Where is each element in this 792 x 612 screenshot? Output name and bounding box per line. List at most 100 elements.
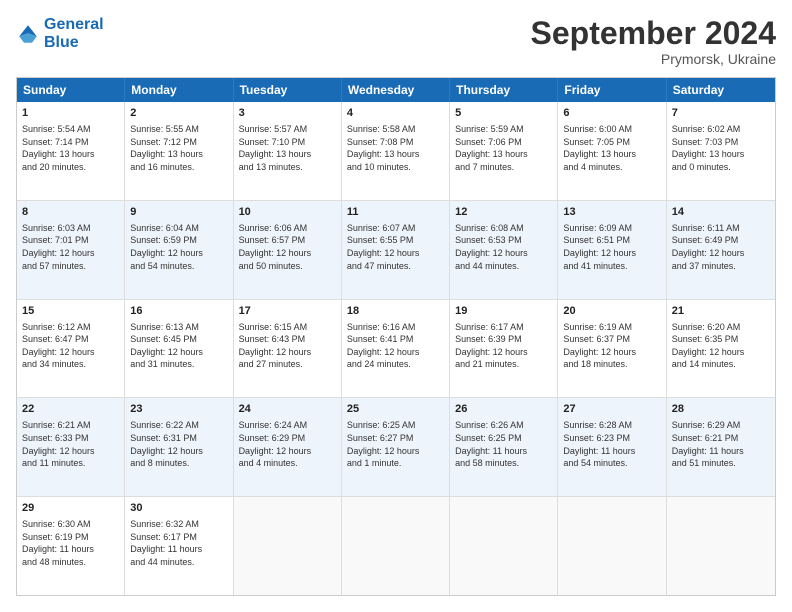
cell-info-line: Sunset: 6:25 PM	[455, 432, 552, 445]
cell-info-line: Sunset: 6:31 PM	[130, 432, 227, 445]
day-number: 14	[672, 205, 770, 220]
logo-line1: General	[44, 16, 104, 33]
cell-info-line: Sunrise: 6:25 AM	[347, 419, 444, 432]
cell-info-line: and 1 minute.	[347, 457, 444, 470]
calendar-cell-5: 5Sunrise: 5:59 AMSunset: 7:06 PMDaylight…	[450, 102, 558, 200]
day-number: 16	[130, 304, 227, 319]
cell-info-line: Sunrise: 6:13 AM	[130, 321, 227, 334]
calendar-row-5: 29Sunrise: 6:30 AMSunset: 6:19 PMDayligh…	[17, 497, 775, 595]
cell-info-line: and 13 minutes.	[239, 161, 336, 174]
cell-info-line: Daylight: 12 hours	[22, 445, 119, 458]
title-block: September 2024 Prymorsk, Ukraine	[531, 16, 776, 67]
cell-info-line: Sunrise: 5:54 AM	[22, 123, 119, 136]
header-day-saturday: Saturday	[667, 78, 775, 102]
cell-info-line: Sunset: 7:03 PM	[672, 136, 770, 149]
cell-info-line: Daylight: 13 hours	[130, 148, 227, 161]
day-number: 24	[239, 402, 336, 417]
cell-info-line: Sunrise: 6:03 AM	[22, 222, 119, 235]
calendar-cell-6: 6Sunrise: 6:00 AMSunset: 7:05 PMDaylight…	[558, 102, 666, 200]
cell-info-line: Sunset: 6:21 PM	[672, 432, 770, 445]
day-number: 13	[563, 205, 660, 220]
cell-info-line: Sunset: 6:47 PM	[22, 333, 119, 346]
cell-info-line: and 27 minutes.	[239, 358, 336, 371]
cell-info-line: and 20 minutes.	[22, 161, 119, 174]
location-subtitle: Prymorsk, Ukraine	[531, 51, 776, 67]
day-number: 23	[130, 402, 227, 417]
cell-info-line: and 57 minutes.	[22, 260, 119, 273]
cell-info-line: Sunset: 6:33 PM	[22, 432, 119, 445]
calendar-cell-18: 18Sunrise: 6:16 AMSunset: 6:41 PMDayligh…	[342, 300, 450, 398]
cell-info-line: Daylight: 11 hours	[455, 445, 552, 458]
calendar-cell-8: 8Sunrise: 6:03 AMSunset: 7:01 PMDaylight…	[17, 201, 125, 299]
cell-info-line: Sunset: 6:29 PM	[239, 432, 336, 445]
day-number: 22	[22, 402, 119, 417]
cell-info-line: Sunset: 6:43 PM	[239, 333, 336, 346]
cell-info-line: and 7 minutes.	[455, 161, 552, 174]
day-number: 10	[239, 205, 336, 220]
cell-info-line: Daylight: 12 hours	[672, 346, 770, 359]
cell-info-line: Daylight: 12 hours	[130, 445, 227, 458]
calendar-cell-20: 20 Sunrise: 6:19 AMSunset: 6:37 PMDayligh…	[558, 300, 666, 398]
cell-info-line: Daylight: 12 hours	[130, 247, 227, 260]
calendar-cell-11: 11Sunrise: 6:07 AMSunset: 6:55 PMDayligh…	[342, 201, 450, 299]
calendar-cell-19: 19Sunrise: 6:17 AMSunset: 6:39 PMDayligh…	[450, 300, 558, 398]
day-number: 3	[239, 106, 336, 121]
cell-info-line: Sunrise: 6:04 AM	[130, 222, 227, 235]
cell-info-line: Sunrise: 6:24 AM	[239, 419, 336, 432]
cell-info-line: Daylight: 12 hours	[22, 247, 119, 260]
cell-info-line: Daylight: 12 hours	[239, 346, 336, 359]
calendar-cell-29: 29Sunrise: 6:30 AMSunset: 6:19 PMDayligh…	[17, 497, 125, 595]
calendar-cell-9: 9Sunrise: 6:04 AMSunset: 6:59 PMDaylight…	[125, 201, 233, 299]
cell-info-line: Sunrise: 5:58 AM	[347, 123, 444, 136]
cell-info-line: Sunset: 6:45 PM	[130, 333, 227, 346]
calendar-cell-3: 3 Sunrise: 5:57 AMSunset: 7:10 PMDaylight…	[234, 102, 342, 200]
cell-info-line: Sunrise: 6:17 AM	[455, 321, 552, 334]
cell-info-line: and 10 minutes.	[347, 161, 444, 174]
cell-info-line: Daylight: 13 hours	[455, 148, 552, 161]
calendar-cell-27: 27Sunrise: 6:28 AMSunset: 6:23 PMDayligh…	[558, 398, 666, 496]
cell-info-line: and 4 minutes.	[239, 457, 336, 470]
cell-info-line: Daylight: 11 hours	[22, 543, 119, 556]
cell-info-line: and 16 minutes.	[130, 161, 227, 174]
cell-info-line: Sunset: 6:51 PM	[563, 234, 660, 247]
cell-info-line: Sunrise: 6:07 AM	[347, 222, 444, 235]
cell-info-line: Sunrise: 5:57 AM	[239, 123, 336, 136]
day-number: 21	[672, 304, 770, 319]
day-number: 1	[22, 106, 119, 121]
cell-info-line: Sunset: 6:23 PM	[563, 432, 660, 445]
cell-info-line: Daylight: 12 hours	[239, 445, 336, 458]
cell-info-line: Sunrise: 6:19 AM	[563, 321, 660, 334]
cell-info-line: Sunset: 7:10 PM	[239, 136, 336, 149]
cell-info-line: Sunrise: 6:06 AM	[239, 222, 336, 235]
cell-info-line: Sunset: 7:14 PM	[22, 136, 119, 149]
logo: General Blue	[16, 16, 104, 51]
header-day-tuesday: Tuesday	[234, 78, 342, 102]
calendar-row-4: 22Sunrise: 6:21 AMSunset: 6:33 PMDayligh…	[17, 398, 775, 497]
day-number: 20	[563, 304, 660, 319]
calendar-header: SundayMondayTuesdayWednesdayThursdayFrid…	[17, 78, 775, 102]
cell-info-line: and 44 minutes.	[130, 556, 227, 569]
day-number: 9	[130, 205, 227, 220]
cell-info-line: Daylight: 12 hours	[563, 346, 660, 359]
cell-info-line: Sunset: 6:37 PM	[563, 333, 660, 346]
cell-info-line: Sunrise: 6:30 AM	[22, 518, 119, 531]
cell-info-line: and 14 minutes.	[672, 358, 770, 371]
cell-info-line: Sunset: 6:17 PM	[130, 531, 227, 544]
cell-info-line: and 24 minutes.	[347, 358, 444, 371]
calendar-cell-1: 1Sunrise: 5:54 AMSunset: 7:14 PMDaylight…	[17, 102, 125, 200]
cell-info-line: Daylight: 13 hours	[239, 148, 336, 161]
calendar-cell-23: 23Sunrise: 6:22 AMSunset: 6:31 PMDayligh…	[125, 398, 233, 496]
cell-info-line: and 4 minutes.	[563, 161, 660, 174]
calendar-cell-empty-2	[234, 497, 342, 595]
day-number: 15	[22, 304, 119, 319]
calendar-cell-4: 4Sunrise: 5:58 AMSunset: 7:08 PMDaylight…	[342, 102, 450, 200]
calendar-cell-2: 2Sunrise: 5:55 AMSunset: 7:12 PMDaylight…	[125, 102, 233, 200]
calendar-cell-empty-3	[342, 497, 450, 595]
header: General Blue September 2024 Prymorsk, Uk…	[16, 16, 776, 67]
day-number: 8	[22, 205, 119, 220]
header-day-thursday: Thursday	[450, 78, 558, 102]
cell-info-line: Daylight: 12 hours	[130, 346, 227, 359]
day-number: 18	[347, 304, 444, 319]
calendar-cell-12: 12Sunrise: 6:08 AMSunset: 6:53 PMDayligh…	[450, 201, 558, 299]
calendar-cell-25: 25Sunrise: 6:25 AMSunset: 6:27 PMDayligh…	[342, 398, 450, 496]
